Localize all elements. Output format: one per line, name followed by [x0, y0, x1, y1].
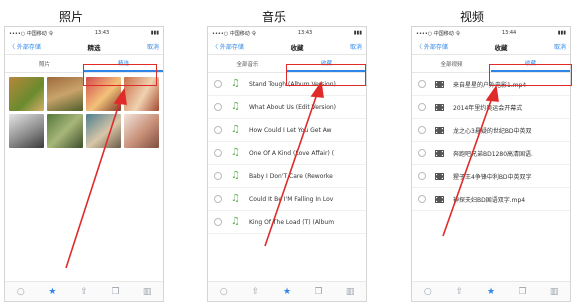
arrow-music: [264, 90, 319, 247]
arrow-photos: [65, 97, 122, 269]
arrowhead-video: [485, 84, 499, 102]
arrowhead-photos: [113, 87, 127, 105]
annotation-arrows: [65, 80, 499, 269]
arrow-video: [442, 94, 494, 237]
arrowhead-music: [310, 80, 324, 98]
